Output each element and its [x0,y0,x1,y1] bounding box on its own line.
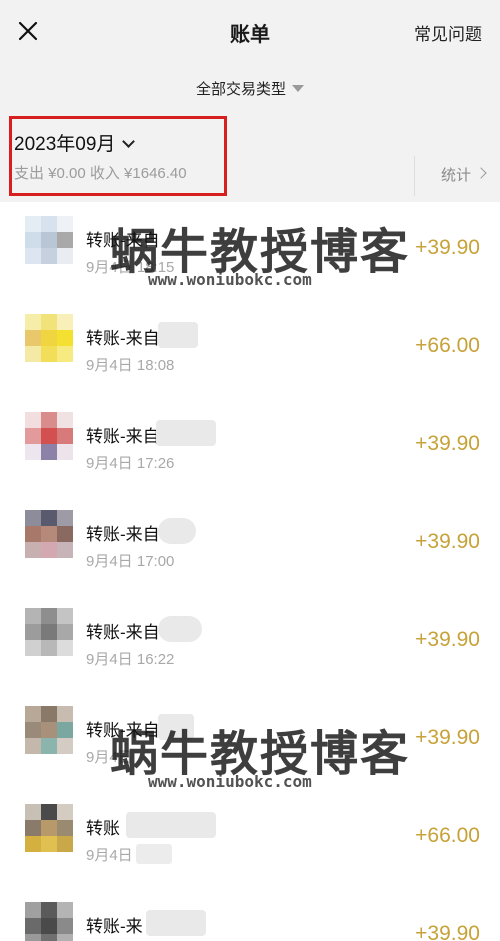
chevron-down-icon [122,135,136,148]
transaction-name: 转账-来 [86,917,143,936]
redacted-name [126,812,216,838]
redacted-name [146,910,206,936]
transaction-row[interactable]: 转账-来自 9月4日 +39.90 [0,692,500,790]
redacted-name [158,518,196,544]
highlight-box [9,116,227,196]
stats-button[interactable]: 统计 [414,156,500,196]
chevron-right-icon [475,167,487,179]
transaction-amount: +39.90 [415,628,480,651]
help-link[interactable]: 常见问题 [414,20,482,45]
redacted-name [158,714,194,740]
avatar [25,216,73,264]
transaction-time: 9月4日 17:26 [86,455,175,472]
transaction-amount: +39.90 [415,432,480,455]
month-bar: 2023年09月 支出 ¥0.00 收入 ¥1646.40 统计 [0,116,500,202]
transaction-amount: +39.90 [415,922,480,941]
caret-down-icon [292,84,304,92]
transaction-amount: +39.90 [415,530,480,553]
transaction-time: 9月4日 18:15 [86,259,175,276]
transaction-time: 9月4日 16:22 [86,651,175,668]
avatar [25,608,73,656]
avatar [25,412,73,460]
transaction-name: 转账-来自 [86,231,160,250]
transaction-time: 9月4日 [86,749,133,766]
redacted-name [158,616,202,642]
redacted-time [136,844,172,864]
transaction-row[interactable]: 转账-来自 9月4日 18:08 +66.00 [0,300,500,398]
transaction-row[interactable]: 转账 9月4日 +66.00 [0,790,500,888]
month-selector[interactable]: 2023年09月 [14,129,136,156]
transaction-row[interactable]: 转账-来自 9月4日 18:15 +39.90 [0,202,500,300]
transaction-row[interactable]: 转账-来自 9月4日 17:00 +39.90 [0,496,500,594]
transaction-amount: +66.00 [415,334,480,357]
transaction-type-filter[interactable]: 全部交易类型 [0,78,500,99]
transaction-amount: +66.00 [415,824,480,847]
transaction-name: 转账 [86,819,120,838]
filter-label: 全部交易类型 [195,81,286,98]
transaction-time: 9月4日 [86,847,133,864]
transaction-list: 转账-来自 9月4日 18:15 +39.90 转账-来自 9月4日 18:08… [0,202,500,941]
avatar [25,314,73,362]
transaction-row[interactable]: 转账-来自 9月4日 17:26 +39.90 [0,398,500,496]
redacted-name [158,322,198,348]
filter-bar: 全部交易类型 [0,62,500,116]
transaction-time: 9月4日 18:08 [86,357,175,374]
transaction-name: 转账-来自 [86,721,160,740]
transaction-name: 转账-来自 [86,623,160,642]
month-summary: 支出 ¥0.00 收入 ¥1646.40 [14,165,187,182]
avatar [25,804,73,852]
transaction-name: 转账-来自 [86,329,160,348]
transaction-time: 9月4日 17:00 [86,553,175,570]
month-label: 2023年09月 [14,134,116,155]
transaction-name: 转账-来自 [86,427,160,446]
redacted-name [156,420,216,446]
top-bar: 账单 常见问题 [0,0,500,62]
transaction-row[interactable]: 转账-来自 9月4日 16:22 +39.90 [0,594,500,692]
transaction-name: 转账-来自 [86,525,160,544]
avatar [25,902,73,941]
transaction-row[interactable]: 转账-来 +39.90 [0,888,500,941]
transaction-amount: +39.90 [415,726,480,749]
stats-label: 统计 [441,167,472,184]
avatar [25,510,73,558]
avatar [25,706,73,754]
transaction-amount: +39.90 [415,236,480,259]
